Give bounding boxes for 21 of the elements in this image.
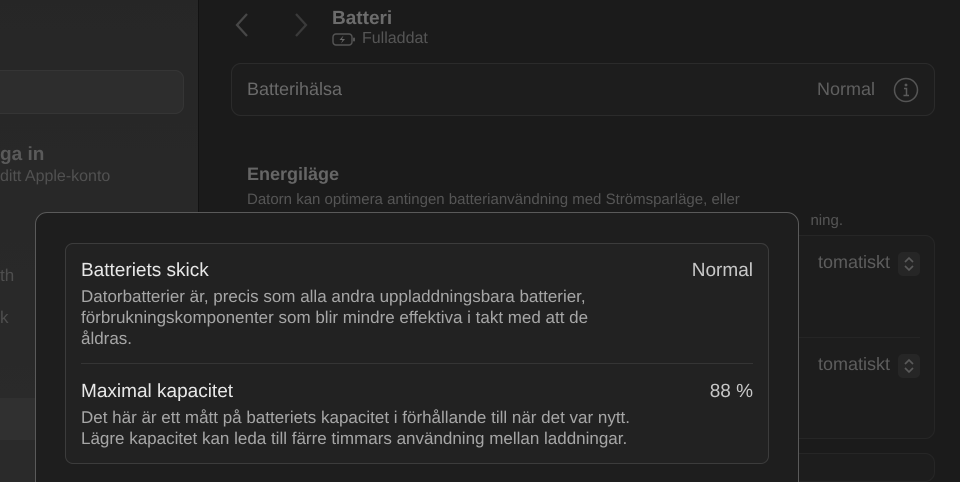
row-title: Batteriets skick <box>81 260 209 282</box>
back-icon[interactable] <box>235 12 249 38</box>
setting-label: Batterihälsa <box>247 79 344 100</box>
row-value: 88 % <box>710 381 753 403</box>
section-description: ning. <box>810 210 843 231</box>
row-description: Datorbatterier är, precis som alla andra uppladdningsbara batterier, förbrukningskomponenter som blir mindre effektiva i takt med att de åldras. <box>81 286 590 349</box>
forward-icon[interactable] <box>294 12 308 38</box>
setting-value: Normal <box>816 79 875 100</box>
popup-value: tomatiskt <box>818 354 890 375</box>
stepper-icon[interactable] <box>898 354 920 378</box>
section-description: Datorn kan optimera antingen batterianvändning med Strömsparläge, eller <box>247 190 741 210</box>
row-description: Det här är ett mått på batteriets kapacitet i förhållande till när det var nytt. Lägre kapacitet kan leda till färre timmars användning mellan laddningar. <box>81 407 631 449</box>
stepper-icon[interactable] <box>898 252 920 276</box>
page-subtitle: Fulladdat <box>362 30 428 48</box>
info-icon[interactable] <box>893 76 919 103</box>
battery-charging-icon <box>332 32 356 46</box>
row-title: Maximal kapacitet <box>81 381 234 403</box>
popup-value: tomatiskt <box>818 252 890 273</box>
page-title: Batteri <box>332 8 394 30</box>
row-value: Normal <box>692 260 753 282</box>
section-title: Energiläge <box>247 164 340 185</box>
